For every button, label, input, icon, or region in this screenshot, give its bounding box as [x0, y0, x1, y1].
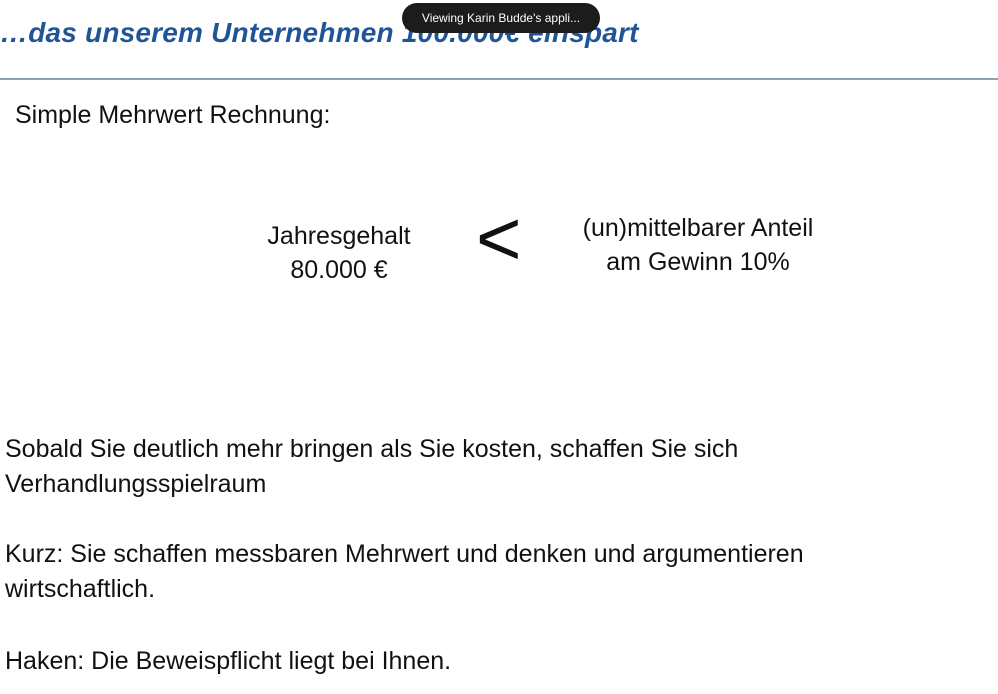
presentation-slide: …das unserem Unternehmen 100.000€ einspa… [0, 0, 998, 694]
profit-share-block: (un)mittelbarer Anteil am Gewinn 10% [548, 211, 848, 279]
profit-share-value: am Gewinn 10% [606, 248, 790, 276]
paragraph-line: Haken: Die Beweispflicht liegt bei Ihnen… [5, 647, 452, 675]
paragraph-line: Verhandlungsspielraum [5, 470, 267, 498]
paragraph-summary: Kurz: Sie schaffen messbaren Mehrwert un… [5, 537, 985, 607]
slide-subheading: Simple Mehrwert Rechnung: [15, 101, 331, 129]
paragraph-line: Sobald Sie deutlich mehr bringen als Sie… [5, 435, 739, 463]
paragraph-catch: Haken: Die Beweispflicht liegt bei Ihnen… [5, 644, 985, 679]
screen-share-banner[interactable]: Viewing Karin Budde's appli... [402, 3, 600, 33]
paragraph-line: wirtschaftlich. [5, 575, 156, 603]
less-than-sign: < [476, 194, 522, 282]
profit-share-label: (un)mittelbarer Anteil [582, 214, 814, 242]
paragraph-negotiation: Sobald Sie deutlich mehr bringen als Sie… [5, 432, 985, 502]
salary-value: 80.000 € [290, 256, 388, 284]
paragraph-line: Kurz: Sie schaffen messbaren Mehrwert un… [5, 540, 804, 568]
title-divider [0, 78, 998, 80]
salary-label: Jahresgehalt [267, 222, 411, 250]
salary-block: Jahresgehalt 80.000 € [234, 219, 444, 287]
